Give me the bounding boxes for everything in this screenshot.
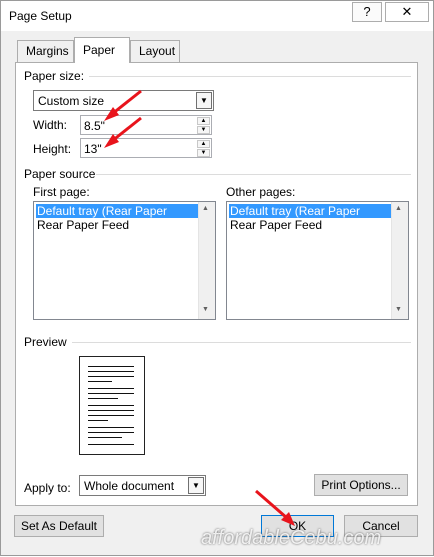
tab-layout[interactable]: Layout [130,40,180,62]
help-button[interactable]: ? [352,2,382,22]
preview-text-line [88,410,134,411]
first-page-list[interactable]: Default tray (Rear Paper Feed) Rear Pape… [33,201,216,320]
list-item[interactable]: Default tray (Rear Paper Feed) [229,204,393,232]
site-watermark: affordableCebu.com [201,527,382,549]
other-pages-list[interactable]: Default tray (Rear Paper Feed) Rear Pape… [226,201,409,320]
paper-source-divider [96,174,411,175]
width-spinner[interactable]: 8.5" ▲ ▼ [80,115,212,135]
preview-text-line [88,432,134,433]
preview-text-line [88,376,134,377]
other-pages-label: Other pages: [226,185,296,199]
paper-source-label: Paper source [24,167,96,181]
preview-text-line [88,381,112,382]
page-preview [79,356,145,455]
preview-text-line [88,420,108,421]
chevron-down-icon: ▼ [188,477,204,494]
apply-to-select[interactable]: Whole document ▼ [79,475,206,496]
triangle-down-icon[interactable]: ▼ [197,149,210,157]
paper-size-label: Paper size: [24,69,85,83]
paper-size-divider [89,76,411,77]
height-label: Height: [33,142,72,156]
apply-to-label: Apply to: [24,481,71,495]
tab-margins[interactable]: Margins [17,40,74,62]
triangle-up-icon[interactable]: ▲ [202,205,209,212]
preview-text-line [88,444,134,445]
triangle-down-icon[interactable]: ▼ [202,306,209,313]
paper-size-select[interactable]: Custom size ▼ [33,90,214,111]
title-bar: Page Setup ? ✕ [1,1,433,31]
preview-text-line [88,371,134,372]
triangle-down-icon[interactable]: ▼ [395,306,402,313]
height-value: 13" [84,142,102,156]
first-page-scrollbar[interactable]: ▲ ▼ [198,202,215,319]
triangle-down-icon[interactable]: ▼ [197,126,210,134]
window-title: Page Setup [9,9,72,23]
close-button[interactable]: ✕ [385,2,429,22]
preview-divider [72,342,411,343]
set-as-default-button[interactable]: Set As Default [14,515,104,537]
height-spinner[interactable]: 13" ▲ ▼ [80,138,212,158]
preview-text-line [88,398,118,399]
preview-text-line [88,437,122,438]
list-item[interactable]: Rear Paper Feed [36,218,130,232]
triangle-up-icon[interactable]: ▲ [395,205,402,212]
other-pages-scrollbar[interactable]: ▲ ▼ [391,202,408,319]
close-icon: ✕ [401,4,413,19]
preview-text-line [88,366,134,367]
width-label: Width: [33,118,68,132]
tab-paper[interactable]: Paper [74,37,130,63]
triangle-up-icon[interactable]: ▲ [197,117,210,125]
print-options-button[interactable]: Print Options... [314,474,408,496]
triangle-up-icon[interactable]: ▲ [197,140,210,148]
paper-size-value: Custom size [38,94,105,108]
list-item[interactable]: Rear Paper Feed [229,218,323,232]
preview-text-line [88,427,134,428]
first-page-label: First page: [33,185,90,199]
preview-text-line [88,415,134,416]
preview-text-line [88,405,134,406]
preview-text-line [88,393,134,394]
apply-to-value: Whole document [84,479,175,493]
chevron-down-icon: ▼ [196,92,212,109]
page-setup-dialog: Page Setup ? ✕ Margins Paper Layout Pape… [0,0,434,556]
preview-label: Preview [24,335,67,349]
preview-text-line [88,388,134,389]
width-value: 8.5" [84,119,105,133]
list-item[interactable]: Default tray (Rear Paper Feed) [36,204,200,232]
paper-tab-panel: Paper size: Custom size ▼ Width: 8.5" ▲ … [15,62,418,506]
